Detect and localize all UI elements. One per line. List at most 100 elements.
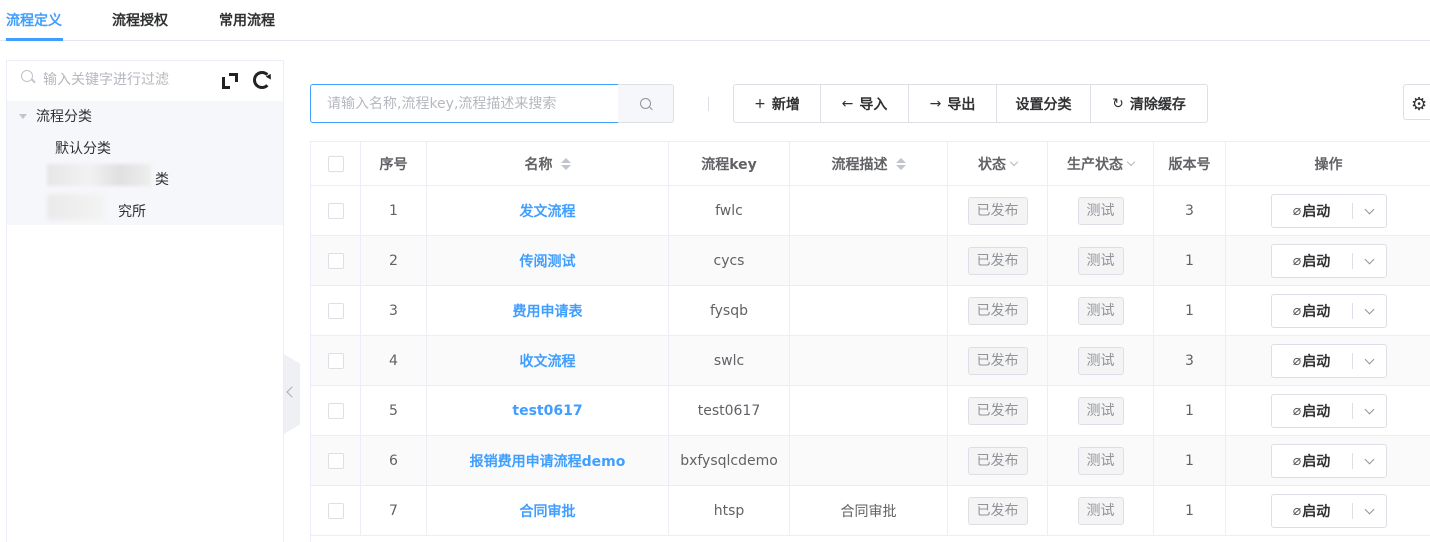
process-search-input[interactable] (311, 85, 618, 122)
caret-down-icon[interactable] (19, 114, 27, 119)
tree-node-category-3[interactable]: 究所 (118, 201, 146, 221)
row-name-cell: 报销费用申请流程demo (427, 436, 669, 485)
start-split-button: ⌀ 启动 (1270, 293, 1388, 328)
row-description (790, 186, 948, 235)
row-checkbox[interactable] (327, 302, 344, 319)
row-production-status-cell: 测试 (1048, 186, 1154, 235)
row-operations-cell: ⌀ 启动 (1226, 436, 1430, 485)
row-select-cell (311, 486, 361, 535)
start-button[interactable]: ⌀ 启动 (1272, 395, 1352, 427)
clear-cache-button[interactable]: ↻ 清除缓存 (1090, 84, 1208, 123)
process-name-link[interactable]: 收文流程 (520, 351, 576, 371)
chevron-down-icon[interactable] (1352, 195, 1388, 227)
sort-icon[interactable] (895, 157, 906, 170)
header-index: 序号 (361, 142, 427, 185)
start-split-button: ⌀ 启动 (1270, 243, 1388, 278)
row-description (790, 386, 948, 435)
header-name[interactable]: 名称 (427, 142, 669, 185)
refresh-icon: ↻ (1112, 95, 1124, 112)
filter-icon[interactable] (1126, 157, 1136, 166)
row-checkbox[interactable] (327, 202, 344, 219)
process-name-link[interactable]: 报销费用申请流程demo (470, 451, 626, 471)
row-name-cell: 合同审批 (427, 486, 669, 535)
start-button[interactable]: ⌀ 启动 (1272, 245, 1352, 277)
row-checkbox[interactable] (327, 402, 344, 419)
tab-common-processes[interactable]: 常用流程 (219, 10, 275, 30)
start-button[interactable]: ⌀ 启动 (1272, 445, 1352, 477)
search-icon (640, 98, 651, 109)
row-status-cell: 已发布 (948, 336, 1048, 385)
row-description (790, 236, 948, 285)
paperclip-icon: ⌀ (1292, 202, 1302, 219)
tree-filter-input[interactable]: 输入关键字进行过滤 (19, 69, 199, 91)
header-production-status[interactable]: 生产状态 (1048, 142, 1154, 185)
expand-icon[interactable] (222, 73, 238, 89)
column-settings-button[interactable]: ⚙ (1403, 84, 1430, 120)
tab-process-definition[interactable]: 流程定义 (6, 10, 62, 30)
row-status-cell: 已发布 (948, 386, 1048, 435)
set-category-button[interactable]: 设置分类 (996, 84, 1091, 123)
row-version: 1 (1154, 236, 1226, 285)
tree-node-category-2[interactable]: 类 (155, 169, 169, 189)
start-button[interactable]: ⌀ 启动 (1272, 195, 1352, 227)
row-status-cell: 已发布 (948, 486, 1048, 535)
import-button-label: 导入 (859, 96, 888, 113)
row-key: test0617 (669, 386, 790, 435)
row-version: 1 (1154, 286, 1226, 335)
process-name-link[interactable]: 合同审批 (520, 501, 576, 521)
row-status-cell: 已发布 (948, 286, 1048, 335)
header-description-label: 流程描述 (831, 156, 888, 173)
row-operations-cell: ⌀ 启动 (1226, 186, 1430, 235)
start-button[interactable]: ⌀ 启动 (1272, 295, 1352, 327)
row-production-status-cell: 测试 (1048, 486, 1154, 535)
row-checkbox[interactable] (327, 452, 344, 469)
search-button[interactable] (618, 84, 674, 123)
table-row: 3 费用申请表 fysqb 已发布 测试 1 ⌀ 启动 (311, 286, 1430, 336)
row-index: 4 (361, 336, 427, 385)
row-checkbox[interactable] (327, 252, 344, 269)
tree-node-default-category[interactable]: 默认分类 (55, 138, 111, 158)
process-name-link[interactable]: 费用申请表 (513, 301, 583, 321)
process-search-box (310, 84, 619, 123)
filter-icon[interactable] (1009, 157, 1019, 166)
tree-root-label: 流程分类 (36, 109, 92, 125)
table-row: 4 收文流程 swlc 已发布 测试 3 ⌀ 启动 (311, 336, 1430, 386)
row-key: cycs (669, 236, 790, 285)
production-status-badge: 测试 (1077, 346, 1124, 375)
chevron-down-icon[interactable] (1352, 245, 1388, 277)
process-name-link[interactable]: test0617 (512, 403, 582, 419)
row-select-cell (311, 436, 361, 485)
chevron-down-icon[interactable] (1352, 445, 1388, 477)
redacted-label (47, 164, 151, 186)
collapse-panel-handle[interactable] (284, 354, 300, 434)
select-all-checkbox[interactable] (327, 155, 344, 172)
process-name-link[interactable]: 发文流程 (520, 201, 576, 221)
add-button[interactable]: + 新增 (733, 84, 821, 123)
header-description[interactable]: 流程描述 (790, 142, 948, 185)
chevron-down-icon[interactable] (1352, 295, 1388, 327)
sort-icon[interactable] (560, 157, 571, 170)
row-index: 7 (361, 486, 427, 535)
chevron-down-icon[interactable] (1352, 495, 1388, 527)
arrow-right-icon: → (929, 95, 942, 112)
row-index: 6 (361, 436, 427, 485)
export-button[interactable]: → 导出 (908, 84, 997, 123)
category-tree-panel: 输入关键字进行过滤 流程分类 默认分类 类 究所 (6, 60, 284, 542)
start-button[interactable]: ⌀ 启动 (1272, 495, 1352, 527)
tab-process-authorization[interactable]: 流程授权 (112, 10, 168, 30)
import-button[interactable]: ← 导入 (820, 84, 909, 123)
row-checkbox[interactable] (327, 352, 344, 369)
start-button-label: 启动 (1302, 403, 1331, 420)
row-key: swlc (669, 336, 790, 385)
row-checkbox[interactable] (327, 502, 344, 519)
plus-icon: + (754, 95, 766, 112)
row-key: fwlc (669, 186, 790, 235)
row-status-cell: 已发布 (948, 236, 1048, 285)
header-status[interactable]: 状态 (948, 142, 1048, 185)
chevron-down-icon[interactable] (1352, 395, 1388, 427)
start-button[interactable]: ⌀ 启动 (1272, 345, 1352, 377)
chevron-down-icon[interactable] (1352, 345, 1388, 377)
refresh-icon[interactable] (253, 71, 271, 89)
process-name-link[interactable]: 传阅测试 (520, 251, 576, 271)
row-name-cell: 费用申请表 (427, 286, 669, 335)
